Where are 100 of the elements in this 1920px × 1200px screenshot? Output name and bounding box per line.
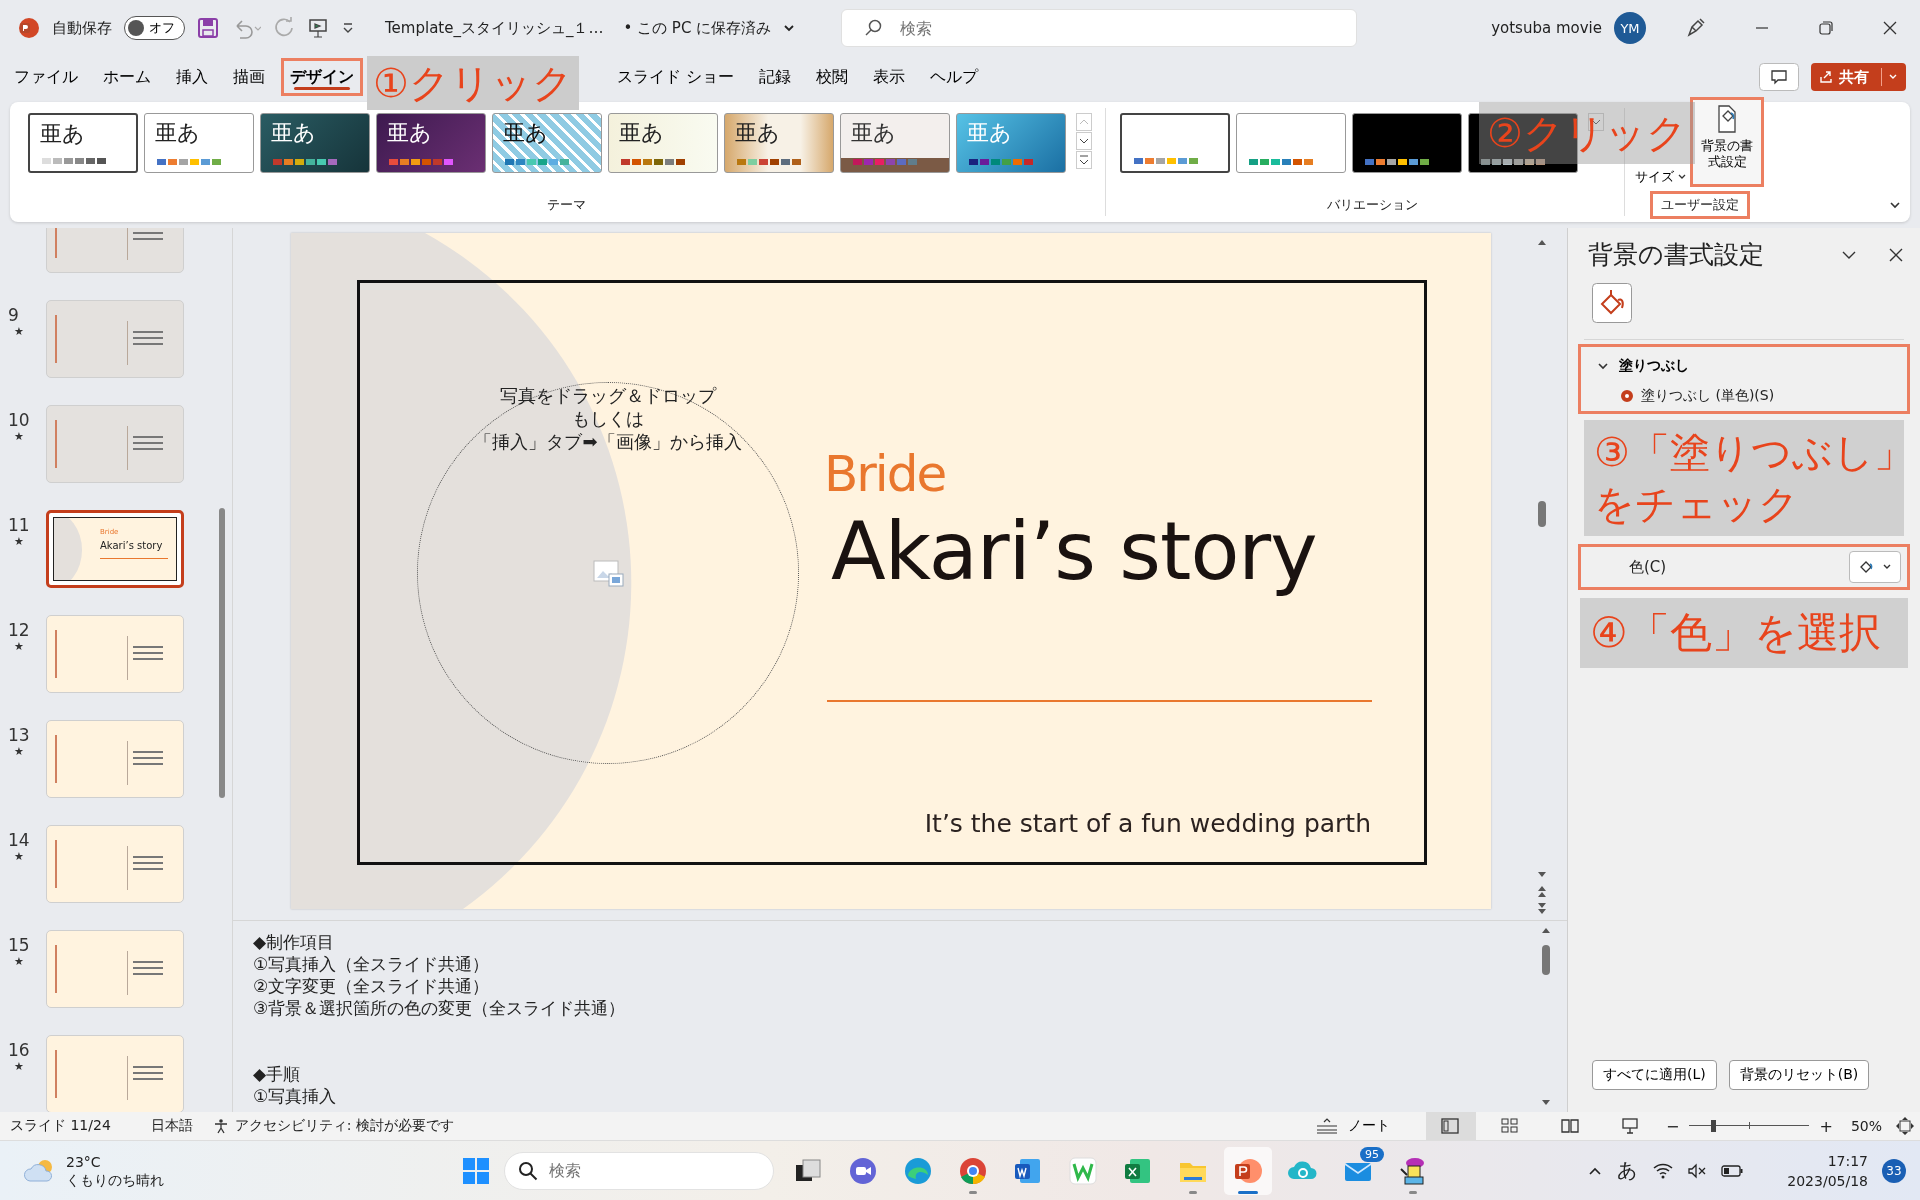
grid-icon <box>1501 1118 1520 1134</box>
share-button[interactable]: 共有 <box>1811 63 1906 91</box>
clock-time[interactable]: 17:17 <box>1827 1150 1868 1171</box>
more-icon[interactable] <box>1076 151 1092 169</box>
file-name[interactable]: Template_スタイリッシュ_１… <box>385 18 604 38</box>
pane-button[interactable]: 背景のリセット(B) <box>1728 1060 1870 1090</box>
autosave-label: 自動保存 <box>52 18 112 38</box>
share-icon <box>1819 70 1833 84</box>
accessibility-status[interactable]: アクセシビリティ: 検討が必要です <box>234 1117 454 1135</box>
animation-label: ★ <box>14 640 24 653</box>
thumbnail-title: Akari’s story <box>100 540 163 551</box>
slide-subtitle: It’s the start of a fun wedding parth <box>924 809 1371 838</box>
presentation-icon[interactable] <box>307 17 329 39</box>
slide-number: 15 <box>8 935 30 955</box>
format-background-button[interactable]: 背景の書式設定 <box>1691 98 1763 186</box>
fill-icon[interactable] <box>1592 283 1632 323</box>
theme-thumbnail[interactable]: 亜あ <box>144 113 254 173</box>
slide-number: 10 <box>8 410 30 430</box>
animation-label: ★ <box>14 745 24 758</box>
ribbon-tab[interactable]: ヘルプ <box>921 59 986 95</box>
view-button[interactable] <box>1426 1112 1477 1140</box>
zoom-level[interactable]: 50% <box>1850 1118 1882 1134</box>
notification-badge: 95 <box>1360 1146 1384 1162</box>
ribbon-tab[interactable]: ホーム <box>95 59 159 95</box>
save-status[interactable]: • この PC に保存済み <box>623 18 772 38</box>
save-icon[interactable] <box>197 17 219 39</box>
autosave-toggle[interactable]: オフ <box>124 16 185 40</box>
theme-thumbnail[interactable]: 亜あ <box>376 113 486 173</box>
color-picker-button[interactable] <box>1849 551 1901 583</box>
notes-line: ◆制作項目 <box>253 931 336 953</box>
user-avatar[interactable]: YM <box>1614 12 1646 44</box>
running-indicator <box>1238 1190 1258 1194</box>
scroll-down-icon[interactable] <box>1076 132 1092 150</box>
ribbon-tab[interactable]: 描画 <box>225 59 273 95</box>
animation-label: ★ <box>14 850 24 863</box>
share-label: 共有 <box>1839 67 1869 87</box>
ribbon-tab[interactable]: 校閲 <box>807 59 856 95</box>
ribbon-tab[interactable]: デザイン <box>282 59 362 95</box>
accessibility-icon[interactable] <box>212 1118 229 1134</box>
theme-thumbnail[interactable]: 亜あ <box>840 113 950 173</box>
slide-thumbnail[interactable] <box>46 300 184 378</box>
notification-badge[interactable]: 33 <box>1882 1158 1906 1183</box>
theme-thumbnail[interactable]: 亜あ <box>724 113 834 173</box>
close-icon[interactable] <box>1888 246 1904 263</box>
zoom-in-button[interactable]: + <box>1819 1116 1833 1136</box>
caret-icon[interactable] <box>783 22 796 34</box>
app-logo-icon <box>18 17 40 39</box>
ribbon-tab[interactable]: 記録 <box>750 59 799 95</box>
notes-line: ◆手順 <box>253 1063 302 1085</box>
comment-icon[interactable] <box>1759 63 1799 91</box>
search-field[interactable]: 検索 <box>841 9 1358 47</box>
start-icon[interactable] <box>462 1156 490 1185</box>
slide-thumbnail[interactable] <box>46 825 184 903</box>
slide-thumbnail[interactable] <box>46 615 184 693</box>
slide-thumbnail[interactable] <box>46 930 184 1008</box>
variation-thumbnail[interactable] <box>1120 113 1230 173</box>
wifi-icon[interactable] <box>1653 1162 1674 1179</box>
close-icon[interactable] <box>1882 20 1898 36</box>
pane-button[interactable]: すべてに適用(L) <box>1592 1060 1717 1090</box>
speaker-muted-icon[interactable] <box>1687 1162 1708 1179</box>
theme-thumbnail[interactable]: 亜あ <box>608 113 718 173</box>
battery-icon[interactable] <box>1721 1163 1744 1178</box>
section-header[interactable]: 塗りつぶし <box>1587 351 1699 381</box>
fit-slide-icon[interactable] <box>1896 1117 1914 1135</box>
document-icon <box>1067 1154 1099 1187</box>
next-slide-icon[interactable] <box>1536 902 1548 916</box>
animation-label: ★ <box>14 955 24 968</box>
weather-text[interactable]: くもりのち晴れ <box>66 1170 164 1189</box>
slide-thumbnail[interactable] <box>46 1035 184 1112</box>
ribbon-tab[interactable]: 表示 <box>864 59 913 95</box>
ime-indicator[interactable]: あ <box>1617 1157 1638 1184</box>
variation-thumbnail[interactable] <box>1236 113 1346 173</box>
clock-date[interactable]: 2023/05/18 <box>1787 1170 1868 1191</box>
slide-thumbnail[interactable] <box>46 405 184 483</box>
theme-thumbnail[interactable]: 亜あ <box>28 113 138 173</box>
taskbar-button[interactable]: 95 <box>1334 1146 1382 1195</box>
book-icon <box>1561 1118 1580 1134</box>
ribbon-tab[interactable]: スライド ショー <box>608 59 742 95</box>
taskbar-search-field[interactable]: 検索 <box>504 1151 774 1190</box>
slide-thumbnail[interactable] <box>46 720 184 798</box>
theme-thumbnail[interactable]: 亜あ <box>260 113 370 173</box>
zoom-out-button[interactable]: − <box>1666 1116 1680 1136</box>
running-indicator <box>969 1190 977 1194</box>
callout-tooltip: ④「色」を選択 <box>1580 598 1908 668</box>
animation-label: ★ <box>14 325 24 338</box>
radio-option[interactable]: 塗りつぶし (単色)(S) <box>1587 381 1901 405</box>
animation-label: ★ <box>14 1060 24 1073</box>
customize-caret-icon[interactable] <box>341 21 355 35</box>
temperature[interactable]: 23°C <box>66 1152 164 1171</box>
restore-icon[interactable] <box>1818 20 1834 36</box>
variation-thumbnail[interactable] <box>1352 113 1462 173</box>
previous-slide-icon[interactable] <box>1536 884 1548 898</box>
zoom-slider[interactable] <box>1689 1120 1810 1132</box>
slide-number: 14 <box>8 830 30 850</box>
group-label: ユーザー設定 <box>1653 194 1747 216</box>
ribbon-tab[interactable]: 挿入 <box>168 59 216 95</box>
notes-button[interactable]: ノート <box>1306 1116 1397 1136</box>
theme-thumbnail[interactable]: 亜あ <box>492 113 602 173</box>
ribbon-tab[interactable]: ファイル <box>6 59 86 95</box>
language-label[interactable]: 日本語 <box>150 1117 193 1135</box>
